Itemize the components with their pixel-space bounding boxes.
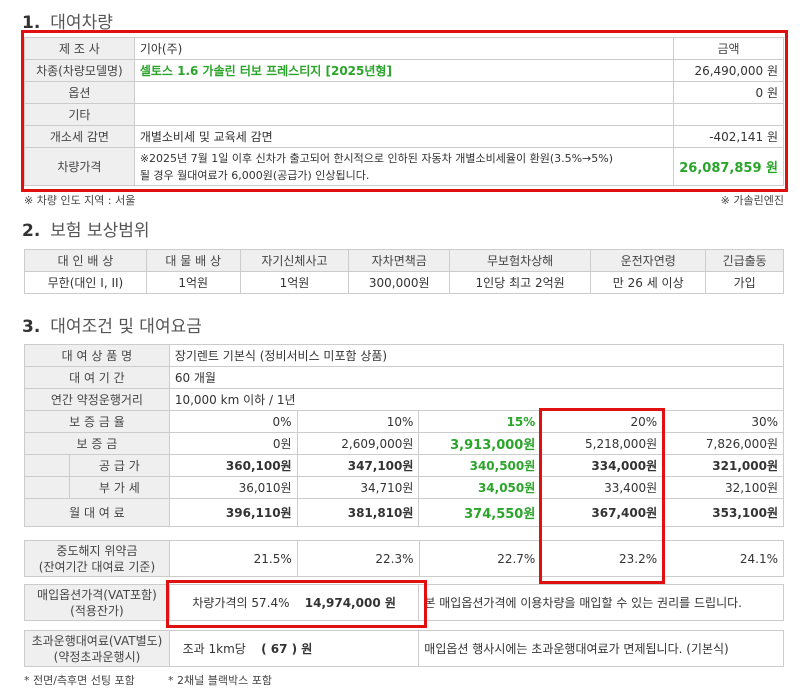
supply-cell: 334,000원	[540, 454, 664, 477]
excess-desc: 매입옵션 행사시에는 초과운행대여료가 면제됩니다. (기본식)	[418, 630, 784, 667]
engine-note: ※ 가솔린엔진	[720, 194, 784, 207]
product-label: 대 여 상 품 명	[24, 344, 170, 367]
delivery-note: ※ 차량 인도 지역 : 서울	[24, 194, 136, 207]
supply-cell: 360,100원	[168, 454, 298, 477]
product-value: 장기렌트 기본식 (정비서비스 미포함 상품)	[168, 344, 785, 367]
ins-header: 자차면책금	[348, 249, 451, 272]
monthly-cell: 374,550원	[418, 498, 542, 527]
penalty-cell: 22.7%	[418, 540, 542, 577]
maker-value: 기아(주)	[133, 37, 674, 60]
penalty-cell: 22.3%	[296, 540, 420, 577]
price-note: ※2025년 7월 1일 이후 신차가 출고되어 한시적으로 인하된 자동차 개…	[133, 147, 674, 186]
footnote-tint: * 전면/측후면 선팅 포함	[24, 674, 135, 687]
option-label: 옵션	[24, 81, 135, 104]
etc-price	[672, 103, 785, 126]
tax-price: -402,141 원	[672, 125, 785, 148]
ins-value: 300,000원	[348, 271, 451, 294]
ins-value: 가입	[705, 271, 784, 294]
buyout-value: 차량가격의 57.4% 14,974,000 원	[168, 584, 420, 621]
rate-cell: 10%	[296, 410, 420, 433]
rate-cell: 0%	[168, 410, 298, 433]
model-value: 셀토스 1.6 가솔린 터보 프레스티지 [2025년형]	[133, 59, 674, 82]
rate-cell: 20%	[540, 410, 664, 433]
ins-header: 자기신체사고	[239, 249, 350, 272]
ins-header: 운전자연령	[590, 249, 707, 272]
vehicle-table: 제 조 사 기아(주) 금액 차종(차량모델명) 셀토스 1.6 가솔린 터보 프레스…	[24, 37, 785, 186]
rental-table: 대 여 상 품 명 장기렌트 기본식 (정비서비스 미포함 상품) 대 여 기 간…	[24, 344, 785, 527]
vat-cell: 36,010원	[168, 476, 298, 499]
deposit-label: 보 증 금	[24, 432, 170, 455]
monthly-cell: 381,810원	[296, 498, 420, 527]
option-value	[133, 81, 674, 104]
supply-label: 공 급 가	[68, 454, 170, 477]
penalty-cell: 21.5%	[168, 540, 298, 577]
buyout-label: 매입옵션가격(VAT포함) (적용잔가)	[24, 584, 170, 621]
ins-value: 무한(대인 I, II)	[24, 271, 147, 294]
excess-label: 초과운행대여료(VAT별도) (약정초과운행시)	[24, 630, 170, 667]
section3-title: 3. 대여조건 및 대여요금	[22, 317, 202, 337]
vat-spacer	[24, 476, 70, 499]
price-label: 차량가격	[24, 147, 135, 186]
deposit-cell: 7,826,000원	[662, 432, 784, 455]
price-total: 26,087,859 원	[672, 147, 785, 186]
ins-value: 1인당 최고 2억원	[449, 271, 592, 294]
section2-title: 2. 보험 보상범위	[22, 221, 150, 241]
excess-table: 초과운행대여료(VAT별도) (약정초과운행시) 조과 1km당 ( 67 ) 원…	[24, 630, 784, 667]
maker-label: 제 조 사	[24, 37, 135, 60]
ins-header: 대 인 배 상	[24, 249, 147, 272]
period-label: 대 여 기 간	[24, 366, 170, 389]
mileage-label: 연간 약정운행거리	[24, 388, 170, 411]
monthly-cell: 353,100원	[662, 498, 784, 527]
amount-header: 금액	[672, 37, 785, 60]
etc-label: 기타	[24, 103, 135, 126]
supply-cell: 347,100원	[296, 454, 420, 477]
insurance-table: 대 인 배 상 대 물 배 상 자기신체사고 자차면책금 무보험차상해 운전자연…	[24, 249, 784, 294]
excess-value: 조과 1km당 ( 67 ) 원	[168, 630, 420, 667]
buyout-table: 매입옵션가격(VAT포함) (적용잔가) 차량가격의 57.4% 14,974,0…	[24, 584, 784, 621]
penalty-cell: 24.1%	[662, 540, 784, 577]
penalty-table: 중도해지 위약금 (잔여기간 대여료 기준) 21.5% 22.3% 22.7% 23.…	[24, 540, 784, 577]
vat-cell: 34,050원	[418, 476, 542, 499]
supply-cell: 340,500원	[418, 454, 542, 477]
rate-cell: 15%	[418, 410, 542, 433]
monthly-cell: 396,110원	[168, 498, 298, 527]
ins-value: 1억원	[145, 271, 241, 294]
option-price: 0 원	[672, 81, 785, 104]
monthly-cell: 367,400원	[540, 498, 664, 527]
tax-label: 개소세 감면	[24, 125, 135, 148]
rate-label: 보 증 금 율	[24, 410, 170, 433]
monthly-label: 월 대 여 료	[24, 498, 170, 527]
deposit-cell: 5,218,000원	[540, 432, 664, 455]
supply-cell: 321,000원	[662, 454, 784, 477]
vat-cell: 32,100원	[662, 476, 784, 499]
deposit-cell: 2,609,000원	[296, 432, 420, 455]
deposit-cell: 3,913,000원	[418, 432, 542, 455]
vat-cell: 34,710원	[296, 476, 420, 499]
ins-header: 긴급출동	[705, 249, 784, 272]
mileage-value: 10,000 km 이하 / 1년	[168, 388, 785, 411]
ins-value: 1억원	[239, 271, 350, 294]
model-price: 26,490,000 원	[672, 59, 785, 82]
vat-label: 부 가 세	[68, 476, 170, 499]
deposit-cell: 0원	[168, 432, 298, 455]
penalty-label: 중도해지 위약금 (잔여기간 대여료 기준)	[24, 540, 170, 577]
period-value: 60 개월	[168, 366, 785, 389]
supply-spacer	[24, 454, 70, 477]
section1-title: 1. 대여차량	[22, 13, 113, 33]
vat-cell: 33,400원	[540, 476, 664, 499]
etc-value	[133, 103, 674, 126]
ins-value: 만 26 세 이상	[590, 271, 707, 294]
ins-header: 대 물 배 상	[145, 249, 241, 272]
model-label: 차종(차량모델명)	[24, 59, 135, 82]
buyout-desc: 본 매입옵션가격에 이용차량을 매입할 수 있는 권리를 드립니다.	[418, 584, 784, 621]
penalty-cell: 23.2%	[540, 540, 664, 577]
rate-cell: 30%	[662, 410, 784, 433]
ins-header: 무보험차상해	[449, 249, 592, 272]
tax-desc: 개별소비세 및 교육세 감면	[133, 125, 674, 148]
footnote-blackbox: * 2채널 블랙박스 포함	[168, 674, 272, 687]
